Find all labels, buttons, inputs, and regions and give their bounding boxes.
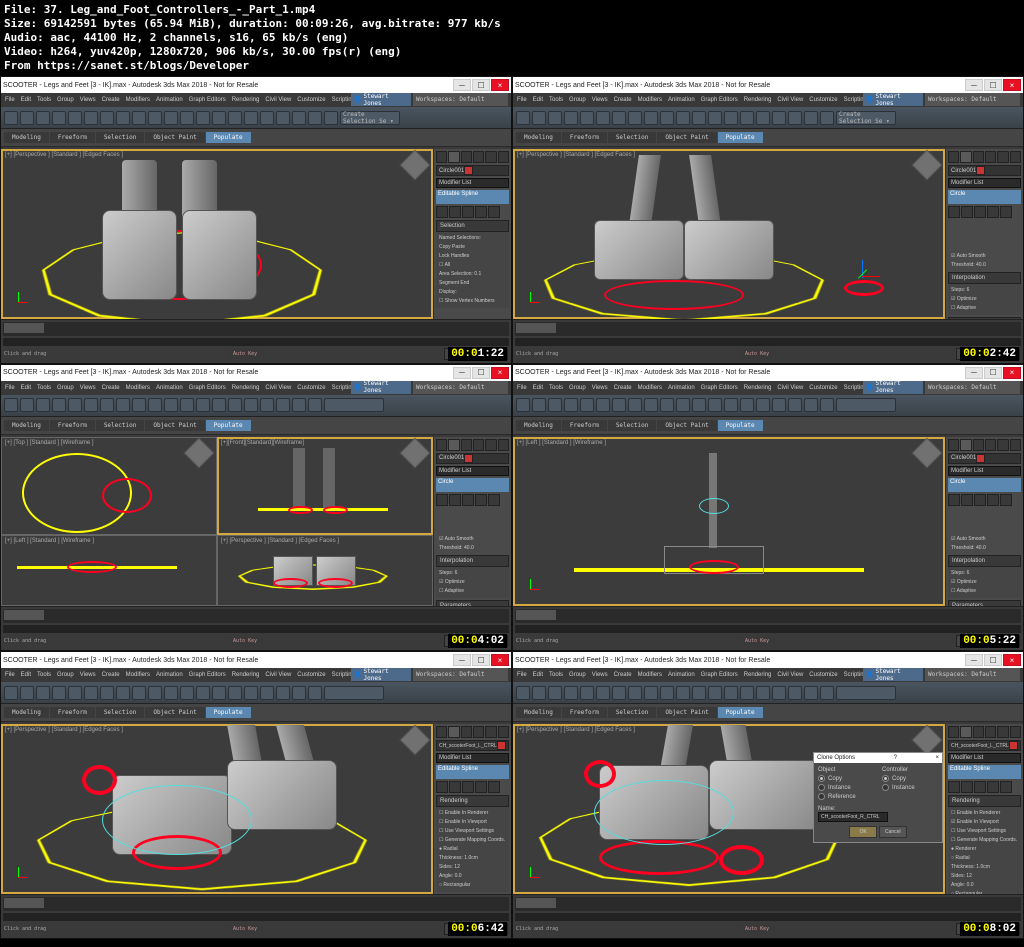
clone-options-dialog[interactable]: Clone Options?× Object Copy Instance Ref…: [813, 752, 943, 843]
workspace-selector[interactable]: Workspaces: Default: [413, 93, 508, 106]
dialog-close-icon[interactable]: ×: [935, 755, 939, 761]
command-panel[interactable]: Circle001 Modifier List Editable Spline …: [433, 149, 511, 319]
ok-button[interactable]: OK: [849, 826, 877, 838]
clone-instance-radio[interactable]: Instance: [818, 784, 874, 791]
frame-2: SCOOTER - Legs and Feet [3 - IK].max - A…: [512, 76, 1024, 364]
modifier-stack[interactable]: Editable Spline: [436, 190, 509, 204]
object-name-field: Circle001: [436, 165, 509, 176]
screenshot-grid: SCOOTER - Legs and Feet [3 - IK].max - A…: [0, 76, 1024, 939]
cancel-button[interactable]: Cancel: [879, 826, 907, 838]
clone-reference-radio[interactable]: Reference: [818, 793, 874, 800]
clone-name-input[interactable]: CH_scooterFoot_R_CTRL: [818, 812, 888, 822]
window-titlebar[interactable]: SCOOTER - Legs and Feet [3 - IK].max - A…: [1, 77, 511, 93]
video-timestamp: 00:01:22: [448, 347, 507, 361]
top-viewport[interactable]: [+] [Top ] [Standard ] [Wireframe ]: [1, 437, 217, 535]
minimize-button[interactable]: ─: [453, 79, 471, 91]
frame-6: SCOOTER - Legs and Feet [3 - IK].max - A…: [512, 651, 1024, 939]
time-slider[interactable]: [3, 322, 509, 336]
modify-tab[interactable]: [448, 151, 459, 163]
modifier-list-dropdown[interactable]: Modifier List: [436, 178, 509, 188]
ribbon-tabs[interactable]: ModelingFreeformSelectionObject PaintPop…: [1, 129, 511, 147]
perspective-viewport[interactable]: [+] [Perspective ] [Standard ] [Edged Fa…: [1, 724, 433, 894]
main-toolbar[interactable]: Create Selection Se ▾: [1, 107, 511, 129]
timeline[interactable]: Click and drag Auto Key: [1, 319, 511, 363]
left-viewport[interactable]: [+] [Left ] [Standard ] [Wireframe ]: [1, 535, 217, 606]
frame-5: SCOOTER - Legs and Feet [3 - IK].max - A…: [0, 651, 512, 939]
close-button[interactable]: ×: [491, 79, 509, 91]
frame-4: SCOOTER - Legs and Feet [3 - IK].max - A…: [512, 364, 1024, 652]
file-info-header: File: 37. Leg_and_Foot_Controllers_-_Par…: [0, 0, 1024, 76]
clone-copy-radio[interactable]: Copy: [818, 775, 874, 782]
autokey-toggle[interactable]: Auto Key: [230, 349, 260, 359]
axis-tripod: [8, 292, 28, 312]
maximize-button[interactable]: ☐: [472, 79, 490, 91]
viewcube[interactable]: [399, 149, 430, 180]
front-viewport[interactable]: [+][Front][Standard][Wireframe]: [217, 437, 433, 535]
dialog-help-icon[interactable]: ?: [894, 755, 897, 761]
left-viewport[interactable]: [+] [Left ] [Standard ] [Wireframe ]: [513, 437, 945, 607]
perspective-viewport[interactable]: [+] [Perspective ] [Standard ] [Edged Fa…: [513, 149, 945, 319]
signin-badge[interactable]: 👤 Stewart Jones: [351, 93, 411, 106]
perspective-viewport[interactable]: [+] [Perspective ] [Standard ] [Edged Fa…: [217, 535, 433, 606]
frame-1: SCOOTER - Legs and Feet [3 - IK].max - A…: [0, 76, 512, 364]
frame-3: SCOOTER - Legs and Feet [3 - IK].max - A…: [0, 364, 512, 652]
perspective-viewport[interactable]: [+] [Perspective ] [Standard ] [Edged Fa…: [1, 149, 433, 319]
